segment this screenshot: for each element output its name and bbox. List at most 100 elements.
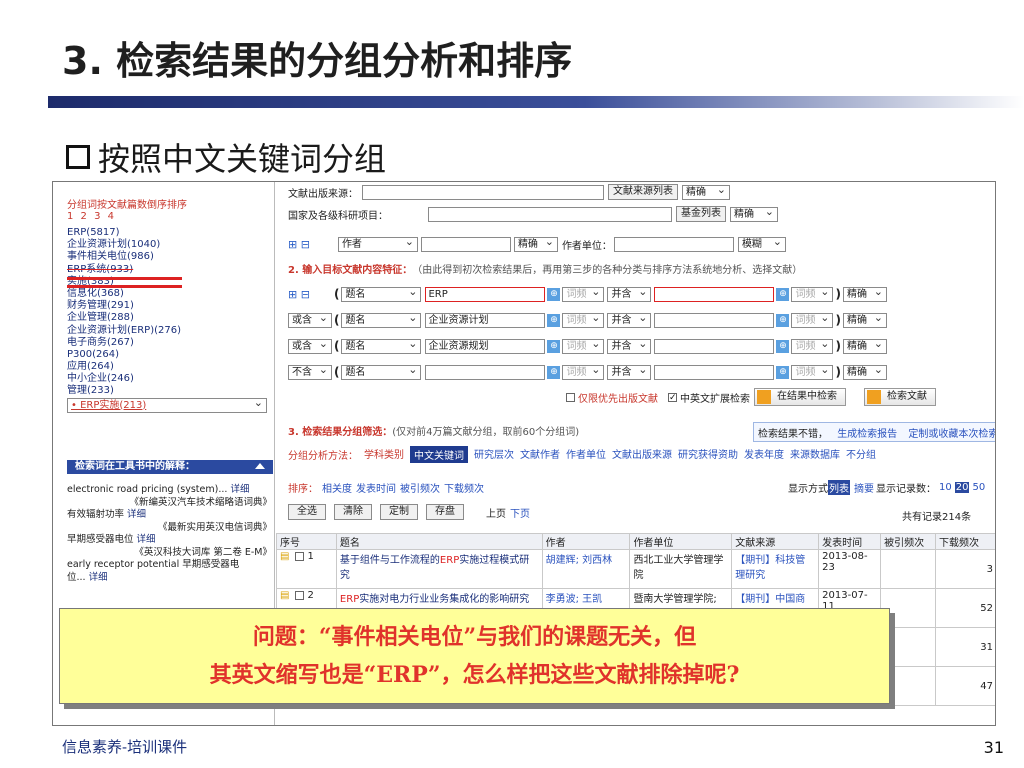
plus-minus-icon[interactable]: ⊞ ⊟ (288, 288, 328, 301)
author-cell[interactable]: 胡建辉; 刘西林 (541, 549, 631, 589)
detail-link[interactable]: 详细 (127, 509, 146, 520)
sort-option[interactable]: 被引频次 (400, 480, 440, 495)
unit-input[interactable] (613, 236, 734, 252)
thesaurus-icon[interactable]: ⊕ (776, 365, 790, 379)
keyword-group-item[interactable]: 事件相关电位(986) (67, 251, 267, 263)
column-header[interactable]: 作者单位 (629, 533, 733, 550)
source-input[interactable] (362, 184, 604, 200)
search-button[interactable]: 检索文献 (864, 388, 936, 406)
detail-link[interactable]: 详细 (137, 534, 156, 545)
keyword-input-2[interactable] (654, 364, 775, 380)
thesaurus-icon[interactable]: ⊕ (547, 313, 561, 327)
frequency-select[interactable]: 词频 (562, 337, 605, 354)
thesaurus-icon[interactable]: ⊕ (776, 313, 790, 327)
customize-button[interactable]: 定制 (380, 504, 418, 520)
group-tab[interactable]: 研究层次 (474, 446, 514, 463)
relation-select[interactable]: 并含 (607, 311, 652, 328)
keyword-group-item[interactable]: • ERP实施(213) (67, 396, 267, 413)
keyword-input[interactable]: 企业资源规划 (425, 338, 546, 354)
thesaurus-icon[interactable]: ⊕ (547, 339, 561, 353)
group-tab[interactable]: 文献作者 (520, 446, 560, 463)
group-tab[interactable]: 作者单位 (566, 446, 606, 463)
group-tab[interactable]: 发表年度 (744, 446, 784, 463)
sort-option[interactable]: 相关度 (322, 480, 352, 495)
table-row[interactable]: ▤ 1 基于组件与工作流程的ERP实施过程模式研究 胡建辉; 刘西林 西北工业大学管理学… (276, 549, 995, 589)
group-tab[interactable]: 文献出版来源 (612, 446, 672, 463)
priority-checkbox[interactable] (566, 392, 575, 402)
group-tab[interactable]: 不分组 (846, 446, 876, 463)
group-tab[interactable]: 研究获得资助 (678, 446, 738, 463)
clear-button[interactable]: 清除 (334, 504, 372, 520)
column-header[interactable]: 下载频次 (935, 533, 995, 550)
keyword-group-item[interactable]: 企业资源计划(1040) (67, 239, 267, 251)
sort-option[interactable]: 发表时间 (356, 480, 396, 495)
per-page-option[interactable]: 10 (939, 482, 952, 493)
thesaurus-icon[interactable]: ⊕ (776, 287, 790, 301)
keyword-input[interactable]: 企业资源计划 (425, 312, 546, 328)
plus-minus-icon[interactable]: ⊞ ⊟ (288, 238, 310, 251)
search-in-results-button[interactable]: 在结果中检索 (754, 388, 846, 406)
column-header[interactable]: 题名 (335, 533, 543, 550)
frequency-select[interactable]: 词频 (562, 363, 605, 380)
field-select[interactable]: 题名 (341, 337, 422, 354)
match-select[interactable]: 精确 (842, 337, 887, 354)
keyword-group-item[interactable]: 电子商务(267) (67, 337, 267, 349)
logic-operator-select[interactable]: 不含 (288, 363, 332, 380)
display-abstract-option[interactable]: 摘要 (854, 480, 874, 495)
save-query-link[interactable]: 定制或收藏本次检索式 (908, 429, 995, 440)
unit-match-select[interactable]: 模糊 (737, 235, 786, 252)
column-header[interactable]: 发表时间 (818, 533, 882, 550)
keyword-input-2[interactable] (654, 312, 775, 328)
keyword-group-item[interactable]: ERP(5817) (67, 227, 267, 239)
keyword-input[interactable]: ERP (425, 286, 546, 302)
relation-select[interactable]: 并含 (607, 285, 652, 302)
relation-select[interactable]: 并含 (607, 337, 652, 354)
keyword-group-item[interactable]: 信息化(368) (67, 288, 267, 300)
frequency-select[interactable]: 词频 (562, 311, 605, 328)
next-page-link[interactable]: 下页 (510, 505, 530, 520)
thesaurus-icon[interactable]: ⊕ (776, 339, 790, 353)
save-button[interactable]: 存盘 (426, 504, 464, 520)
frequency-select[interactable]: 词频 (791, 363, 834, 380)
thesaurus-icon[interactable]: ⊕ (547, 365, 561, 379)
source-list-button[interactable]: 文献来源列表 (608, 184, 678, 200)
sort-option[interactable]: 下载频次 (444, 480, 484, 495)
title-cell[interactable]: 基于组件与工作流程的ERP实施过程模式研究 (335, 549, 543, 589)
keyword-input[interactable] (425, 364, 546, 380)
column-header[interactable]: 作者 (541, 533, 631, 550)
frequency-select[interactable]: 词频 (791, 285, 834, 302)
group-tab[interactable]: 中文关键词 (410, 445, 468, 463)
per-page-option[interactable]: 20 (954, 481, 970, 493)
doc-icon[interactable]: ▤ (280, 590, 289, 601)
keyword-group-item[interactable]: P300(264) (67, 349, 267, 361)
frequency-select[interactable]: 词频 (791, 337, 834, 354)
keyword-group-item[interactable]: 应用(264) (67, 361, 267, 373)
thesaurus-icon[interactable]: ⊕ (547, 287, 561, 301)
select-all-button[interactable]: 全选 (288, 504, 326, 520)
detail-link[interactable]: 详细 (230, 484, 249, 495)
per-page-option[interactable]: 50 (972, 482, 985, 493)
field-select[interactable]: 题名 (341, 285, 422, 302)
fund-input[interactable] (428, 206, 672, 222)
tool-book-bar[interactable]: 检索词在工具书中的解释： (67, 460, 273, 474)
column-header[interactable]: 序号 (276, 533, 337, 550)
frequency-select[interactable]: 词频 (562, 285, 605, 302)
match-select[interactable]: 精确 (842, 285, 887, 302)
field-select[interactable]: 题名 (341, 363, 422, 380)
match-select[interactable]: 精确 (842, 311, 887, 328)
keyword-input-2[interactable] (654, 286, 775, 302)
relation-select[interactable]: 并含 (607, 363, 652, 380)
field-select[interactable]: 题名 (341, 311, 422, 328)
keyword-group-item[interactable]: 财务管理(291) (67, 300, 267, 312)
keyword-input-2[interactable] (654, 338, 775, 354)
source-cell[interactable]: 【期刊】科技管理研究 (731, 549, 820, 589)
row-checkbox[interactable] (295, 590, 305, 600)
keyword-group-item[interactable]: 企业资源计划(ERP)(276) (67, 325, 267, 337)
column-header[interactable]: 文献来源 (731, 533, 820, 550)
keyword-group-item[interactable]: ERP系统(933) (67, 264, 267, 276)
group-pager[interactable]: 1 2 3 4 (67, 211, 116, 222)
detail-link[interactable]: 详细 (89, 572, 108, 583)
fund-match-select[interactable]: 精确 (730, 205, 778, 222)
doc-icon[interactable]: ▤ (280, 551, 289, 562)
group-tab[interactable]: 来源数据库 (790, 446, 840, 463)
